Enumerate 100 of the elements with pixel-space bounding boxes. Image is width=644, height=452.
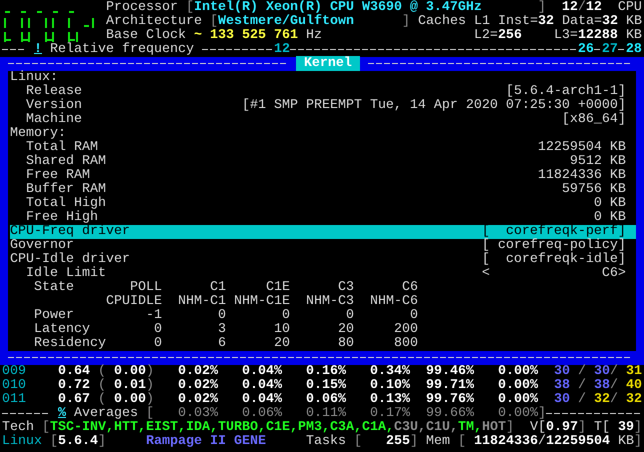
field-value: 12259504 KB — [538, 140, 626, 155]
kernel-row[interactable]: Governor [ corefreq-policy] — [10, 239, 636, 253]
core-id: 010 — [2, 378, 26, 393]
os-label: Linux — [2, 434, 42, 449]
field-label: Version — [26, 98, 82, 113]
bracket: ] — [578, 420, 586, 435]
feature-label: HTT, — [114, 420, 146, 435]
core-load: 0.72 — [58, 378, 90, 393]
feature-label: TURBO, — [218, 420, 266, 435]
approx-symbol: ~ — [194, 28, 202, 43]
tasks-label: Tasks — [306, 434, 346, 449]
field-value: 59756 KB — [562, 182, 626, 197]
average-value: 0.00% — [498, 406, 538, 421]
kernel-row[interactable]: Release [5.6.4-arch1-1] — [10, 85, 636, 99]
core-load-delta: 0.00 — [114, 364, 146, 379]
bracket: [ — [50, 434, 58, 449]
table-cell: 200 — [394, 322, 418, 337]
kernel-row[interactable]: Free RAM 11824336 KB — [10, 169, 636, 183]
bracket: [ — [210, 14, 218, 29]
bracket: ] — [506, 420, 514, 435]
unit-label: KB — [626, 28, 642, 43]
column-header: NHM-C3 — [306, 294, 354, 309]
kernel-row[interactable]: Idle Limit < C6> — [10, 267, 636, 281]
averages-label: Averages — [74, 406, 138, 421]
cstate-value: 0.04% — [242, 364, 282, 379]
feature-label: C3U, — [394, 420, 426, 435]
kernel-row[interactable]: Machine [x86_64] — [10, 113, 636, 127]
column-header: NHM-C1 — [178, 294, 226, 309]
cstate-value: 0.02% — [178, 378, 218, 393]
separator: / — [578, 378, 586, 393]
field-label: Total High — [26, 196, 106, 211]
table-cell: 3 — [218, 322, 226, 337]
separator: / — [610, 378, 618, 393]
column-header: C6 — [402, 280, 418, 295]
board-name: Rampage II GENE — [146, 434, 266, 449]
core-id: 011 — [2, 392, 26, 407]
kernel-row[interactable]: Free High 0 KB — [10, 211, 636, 225]
unit-label: CPU — [618, 0, 642, 15]
field-label: Free High — [26, 210, 98, 225]
cstate-value: 0.10% — [370, 378, 410, 393]
cstate-value: 0.00% — [498, 364, 538, 379]
separator: / — [578, 364, 586, 379]
bracket: ] — [410, 434, 418, 449]
bracket: ( — [98, 392, 106, 407]
cstate-value: 0.00% — [498, 378, 538, 393]
field-label: Processor — [106, 0, 178, 15]
window-title: Kernel — [296, 56, 360, 71]
task-count: 255 — [386, 434, 410, 449]
field-label: Idle Limit — [26, 266, 106, 281]
percent-sign: % — [58, 406, 66, 421]
separator: / — [610, 364, 618, 379]
field-value: 11824336 KB — [538, 168, 626, 183]
memory-total: 12259504 — [546, 434, 610, 449]
temperature-value: 30 — [554, 364, 570, 379]
table-cell: 20 — [274, 336, 290, 351]
cache-size: 12288 — [578, 28, 618, 43]
feature-label: C1E, — [266, 420, 298, 435]
field-label: Free RAM — [26, 168, 90, 183]
unit-label: Hz — [306, 28, 322, 43]
kernel-row[interactable]: Total High 0 KB — [10, 197, 636, 211]
cstate-value: 0.04% — [242, 378, 282, 393]
core-id: 009 — [2, 364, 26, 379]
kernel-row[interactable]: Shared RAM 9512 KB — [10, 155, 636, 169]
table-cell: -1 — [146, 308, 162, 323]
unit-label: KB — [626, 14, 642, 29]
field-label: Caches L1 — [418, 14, 490, 29]
field-label: L2= — [474, 28, 498, 43]
table-cell: 80 — [338, 336, 354, 351]
cstate-value: 0.04% — [242, 392, 282, 407]
column-header: CPUIDLE — [106, 294, 162, 309]
core-load: 0.64 — [58, 364, 90, 379]
cstate-value: 0.00% — [498, 392, 538, 407]
field-label: Architecture — [106, 14, 202, 29]
temperature-label: T[ — [594, 420, 610, 435]
average-value: 0.17% — [370, 406, 410, 421]
separator: / — [610, 392, 618, 407]
kernel-row[interactable]: Buffer RAM 59756 KB — [10, 183, 636, 197]
temperature-value: 32 — [626, 392, 642, 407]
table-cell: 20 — [338, 322, 354, 337]
section-label: Linux: — [10, 70, 58, 85]
table-cell: 6 — [218, 336, 226, 351]
kernel-row[interactable]: Total RAM 12259504 KB — [10, 141, 636, 155]
voltage-value: 0.97 — [546, 420, 578, 435]
column-header: C1E — [266, 280, 290, 295]
cstate-value: 99.71% — [426, 378, 474, 393]
kernel-row[interactable]: Version [#1 SMP PREEMPT Tue, 14 Apr 2020 07:25:30 +0000] — [10, 99, 636, 113]
ruler-label: Relative frequency — [50, 42, 194, 57]
section-label: Memory: — [10, 126, 66, 141]
temperature-value: 38 — [594, 378, 610, 393]
average-value: 0.11% — [306, 406, 346, 421]
core-load-delta: 0.01 — [114, 378, 146, 393]
kernel-row[interactable]: Linux: — [10, 71, 636, 85]
temperature-value: 39 — [618, 420, 634, 435]
feature-label: HOT — [482, 420, 506, 435]
row-header: Residency — [34, 336, 106, 351]
ruler-tick: 12 — [274, 42, 290, 57]
field-value: 0 KB — [594, 196, 626, 211]
kernel-row[interactable]: Memory: — [10, 127, 636, 141]
column-header: NHM-C1E — [234, 294, 290, 309]
kernel-row[interactable]: CPU-Idle driver [ corefreqk-idle] — [10, 253, 636, 267]
